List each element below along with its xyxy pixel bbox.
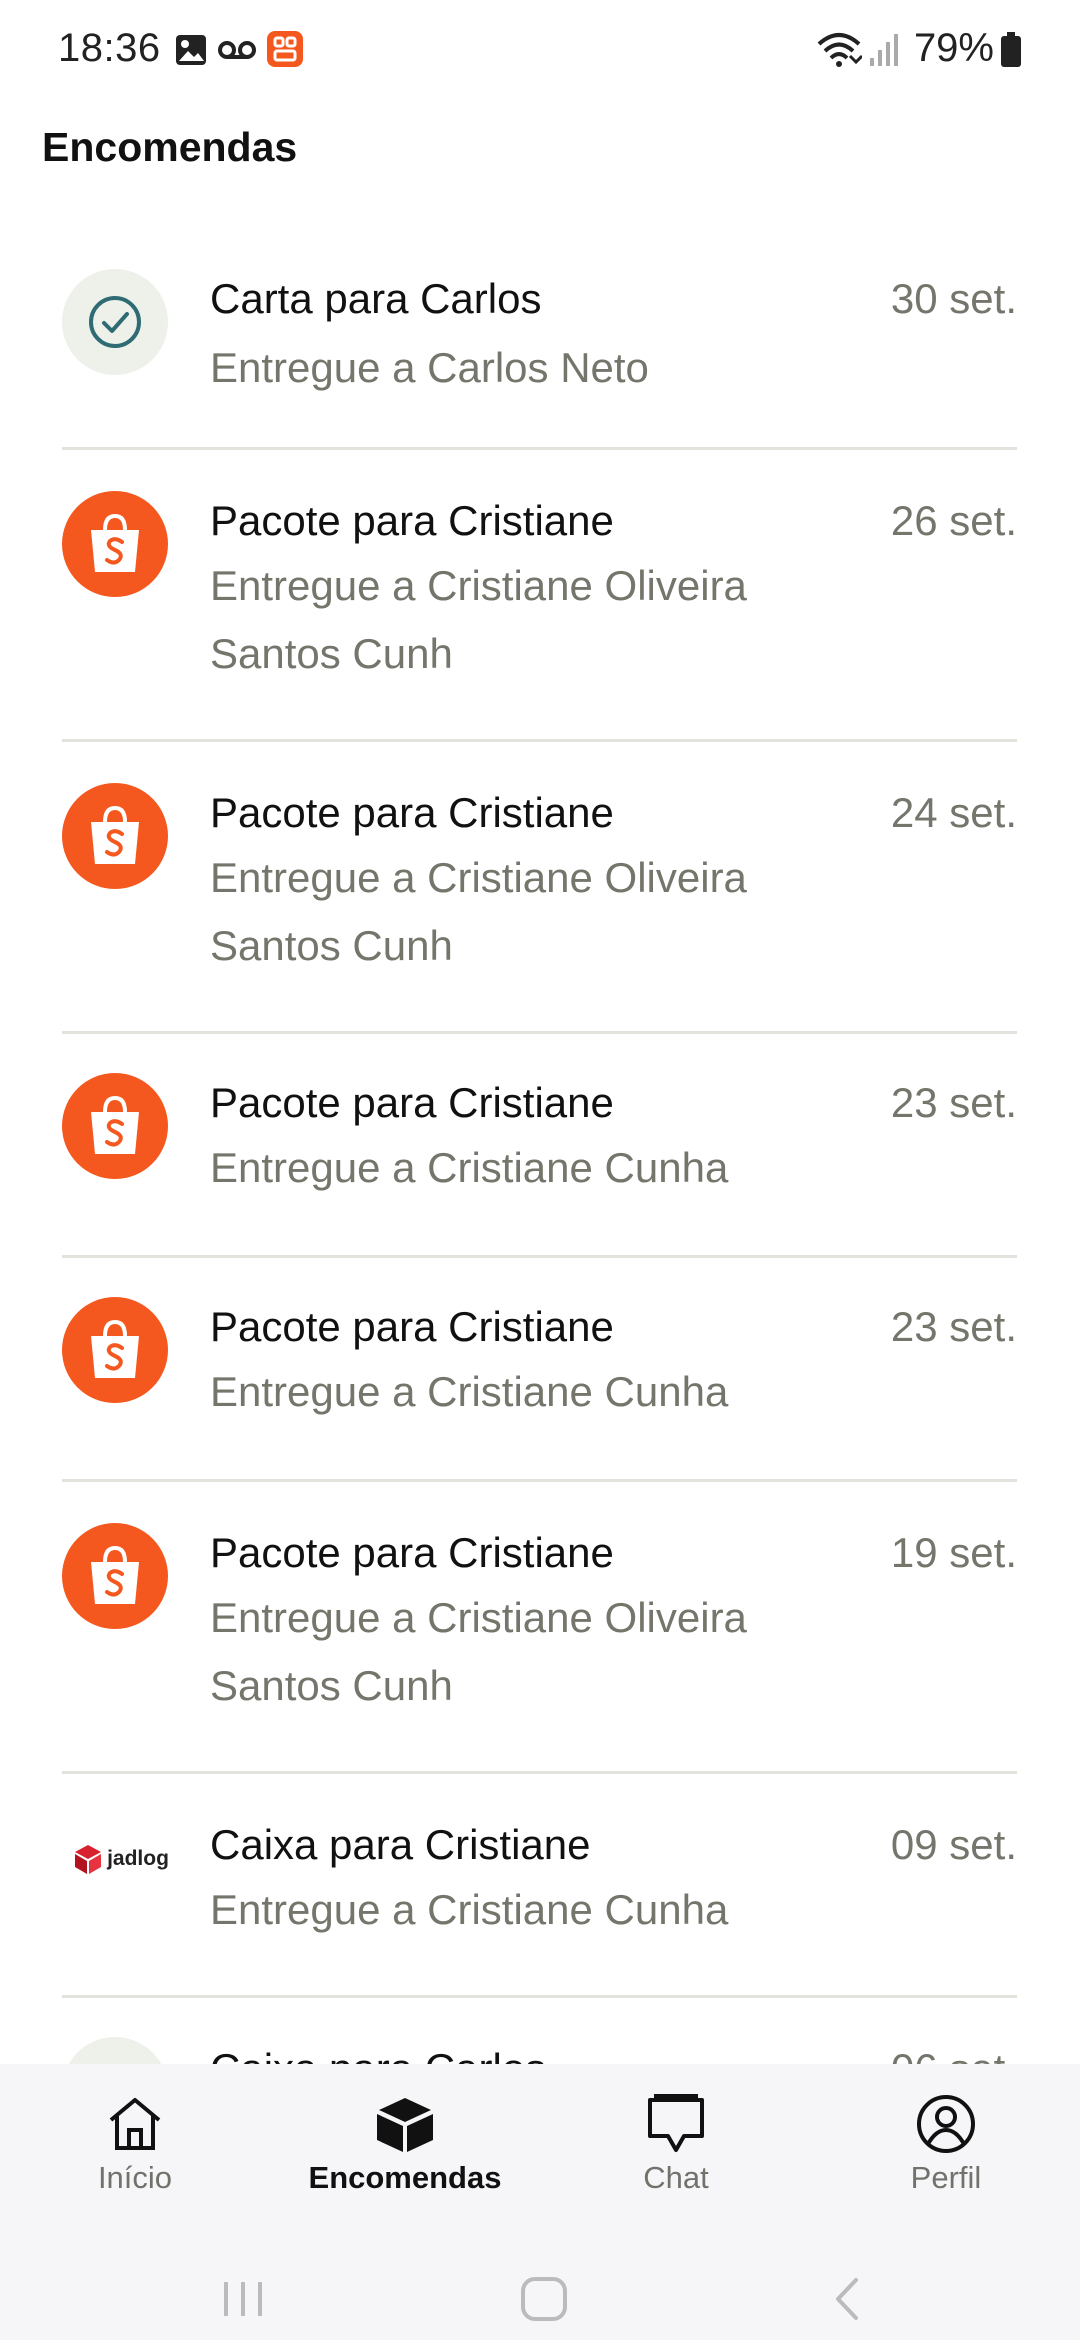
item-title: Pacote para Cristiane bbox=[210, 1529, 614, 1576]
delivery-list: Carta para Carlos Entregue a Carlos Neto… bbox=[0, 225, 1080, 2219]
nav-perfil[interactable]: Perfil bbox=[836, 2092, 1056, 2196]
wifi-icon bbox=[816, 30, 864, 73]
system-nav-bar bbox=[0, 2220, 1080, 2340]
image-icon bbox=[174, 33, 208, 72]
item-subtitle: Entregue a Cristiane Cunha bbox=[210, 1886, 729, 1933]
shopee-bag-icon bbox=[62, 491, 168, 597]
voicemail-icon bbox=[218, 38, 256, 67]
shopee-bag-icon bbox=[62, 1297, 168, 1403]
item-date: 24 set. bbox=[890, 789, 1017, 836]
jadlog-logo: jadlog bbox=[66, 1829, 176, 1889]
status-bar: 18:36 79% bbox=[0, 0, 1080, 100]
list-item[interactable]: Pacote para Cristiane Entregue a Cristia… bbox=[0, 1479, 1080, 1774]
item-subtitle: Entregue a Cristiane Oliveira Santos Cun… bbox=[210, 1594, 747, 1709]
list-item[interactable]: Pacote para Cristiane Entregue a Cristia… bbox=[0, 1255, 1080, 1482]
item-subtitle: Entregue a Cristiane Oliveira Santos Cun… bbox=[210, 854, 747, 969]
item-date: 23 set. bbox=[890, 1303, 1017, 1350]
back-icon[interactable] bbox=[830, 2276, 862, 2327]
battery-icon bbox=[1000, 32, 1022, 73]
item-date: 26 set. bbox=[890, 497, 1017, 544]
item-title: Caixa para Cristiane bbox=[210, 1821, 591, 1868]
nav-inicio[interactable]: Início bbox=[25, 2092, 245, 2196]
item-subtitle: Entregue a Cristiane Oliveira Santos Cun… bbox=[210, 562, 747, 677]
app-notification-icon bbox=[266, 30, 304, 73]
profile-icon bbox=[917, 2095, 975, 2153]
package-icon bbox=[377, 2098, 433, 2152]
nav-label: Encomendas bbox=[308, 2160, 502, 2195]
item-date: 23 set. bbox=[890, 1079, 1017, 1126]
list-item[interactable]: Carta para Carlos Entregue a Carlos Neto… bbox=[0, 225, 1080, 450]
page-title: Encomendas bbox=[42, 124, 298, 170]
nav-chat[interactable]: Chat bbox=[566, 2092, 786, 2196]
check-icon bbox=[62, 269, 168, 375]
item-title: Carta para Carlos bbox=[210, 275, 542, 322]
battery-percent: 79% bbox=[913, 26, 994, 70]
list-item[interactable]: Pacote para Cristiane Entregue a Cristia… bbox=[0, 739, 1080, 1034]
item-title: Pacote para Cristiane bbox=[210, 497, 614, 544]
item-subtitle: Entregue a Cristiane Cunha bbox=[210, 1368, 729, 1415]
nav-encomendas[interactable]: Encomendas bbox=[295, 2092, 515, 2196]
item-subtitle: Entregue a Cristiane Cunha bbox=[210, 1144, 729, 1191]
nav-label: Início bbox=[97, 2160, 173, 2195]
nav-label: Perfil bbox=[910, 2160, 982, 2195]
item-title: Pacote para Cristiane bbox=[210, 1303, 614, 1350]
item-subtitle: Entregue a Carlos Neto bbox=[210, 344, 649, 391]
nav-label: Chat bbox=[643, 2160, 709, 2195]
item-date: 19 set. bbox=[890, 1529, 1017, 1576]
list-item[interactable]: Pacote para Cristiane Entregue a Cristia… bbox=[0, 1031, 1080, 1258]
signal-icon bbox=[868, 32, 898, 73]
item-title: Pacote para Cristiane bbox=[210, 789, 614, 836]
home-icon bbox=[109, 2098, 161, 2150]
jadlog-logo-text: jadlog bbox=[107, 1847, 169, 1870]
list-item[interactable]: Pacote para Cristiane Entregue a Cristia… bbox=[0, 447, 1080, 742]
status-time: 18:36 bbox=[58, 26, 161, 70]
recent-apps-icon[interactable] bbox=[220, 2278, 266, 2325]
screen: 18:36 79% Encomendas Carta para Carlos E… bbox=[0, 0, 1080, 2340]
home-button-icon[interactable] bbox=[520, 2276, 568, 2327]
shopee-bag-icon bbox=[62, 1073, 168, 1179]
list-item[interactable]: jadlog Caixa para Cristiane Entregue a C… bbox=[0, 1771, 1080, 1998]
shopee-bag-icon bbox=[62, 783, 168, 889]
item-title: Pacote para Cristiane bbox=[210, 1079, 614, 1126]
item-date: 30 set. bbox=[890, 275, 1017, 322]
shopee-bag-icon bbox=[62, 1523, 168, 1629]
item-date: 09 set. bbox=[890, 1821, 1017, 1868]
chat-icon bbox=[648, 2094, 704, 2152]
